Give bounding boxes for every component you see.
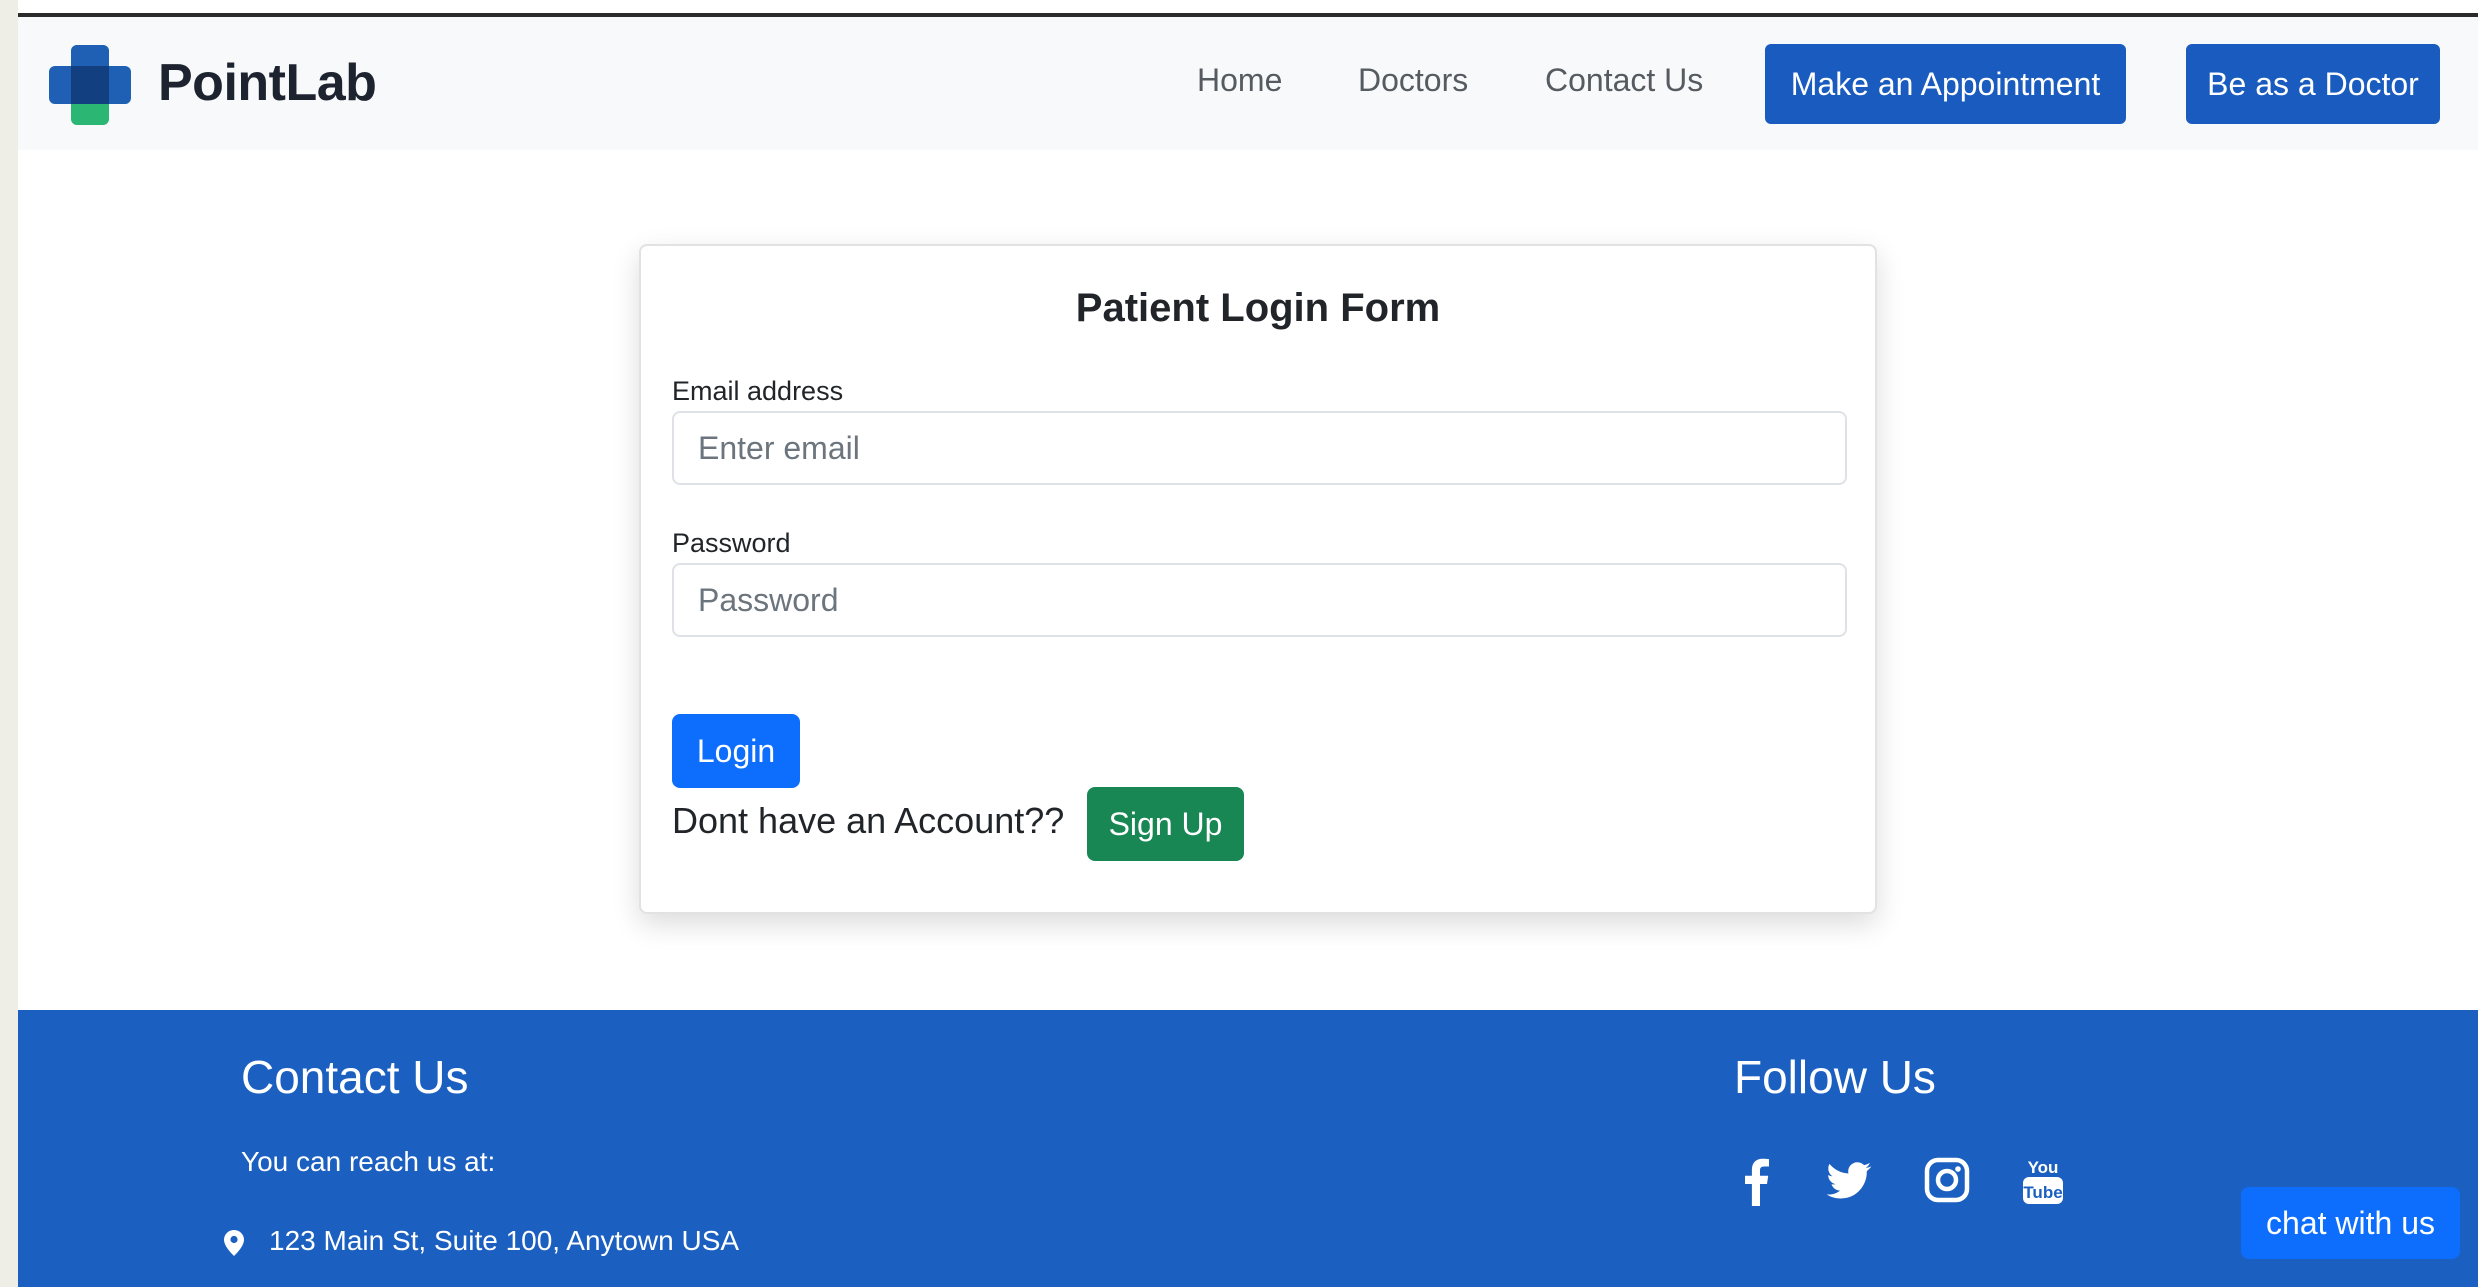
instagram-icon[interactable] — [1923, 1154, 1971, 1206]
footer-contact-intro: You can reach us at: — [241, 1146, 496, 1177]
email-label: Email address — [672, 376, 844, 406]
no-account-text: Dont have an Account?? — [672, 800, 1065, 841]
be-a-doctor-button[interactable]: Be as a Doctor — [2186, 44, 2440, 124]
svg-text:Tube: Tube — [2023, 1183, 2062, 1202]
twitter-icon[interactable] — [1825, 1154, 1873, 1206]
login-form-title: Patient Login Form — [1075, 286, 1441, 330]
sign-up-button[interactable]: Sign Up — [1087, 787, 1244, 861]
password-field[interactable] — [672, 563, 1847, 637]
footer-address: 123 Main St, Suite 100, Anytown USA — [269, 1225, 740, 1256]
email-field[interactable] — [672, 411, 1847, 485]
nav-contact-us[interactable]: Contact Us — [1545, 62, 1703, 99]
nav-doctors[interactable]: Doctors — [1358, 62, 1468, 99]
footer-follow-title: Follow Us — [1734, 1051, 1936, 1103]
location-pin-icon — [224, 1230, 244, 1256]
brand-name[interactable]: PointLab — [158, 53, 377, 113]
login-card: Patient Login Form Email address Passwor… — [639, 244, 1877, 914]
facebook-icon[interactable] — [1733, 1154, 1781, 1206]
svg-text:You: You — [2028, 1158, 2059, 1177]
make-appointment-button[interactable]: Make an Appointment — [1765, 44, 2126, 124]
nav-home[interactable]: Home — [1197, 62, 1282, 99]
chat-with-us-button[interactable]: chat with us — [2241, 1187, 2460, 1259]
footer: Contact Us You can reach us at: 123 Main… — [18, 1010, 2478, 1287]
login-button[interactable]: Login — [672, 714, 800, 788]
youtube-icon[interactable]: You Tube — [2019, 1154, 2067, 1206]
page: PointLab Home Doctors Contact Us Make an… — [18, 0, 2478, 1287]
pointlab-logo-icon[interactable] — [49, 45, 131, 125]
password-label: Password — [672, 528, 791, 558]
navbar: PointLab Home Doctors Contact Us Make an… — [18, 17, 2478, 150]
footer-contact-title: Contact Us — [241, 1051, 469, 1103]
